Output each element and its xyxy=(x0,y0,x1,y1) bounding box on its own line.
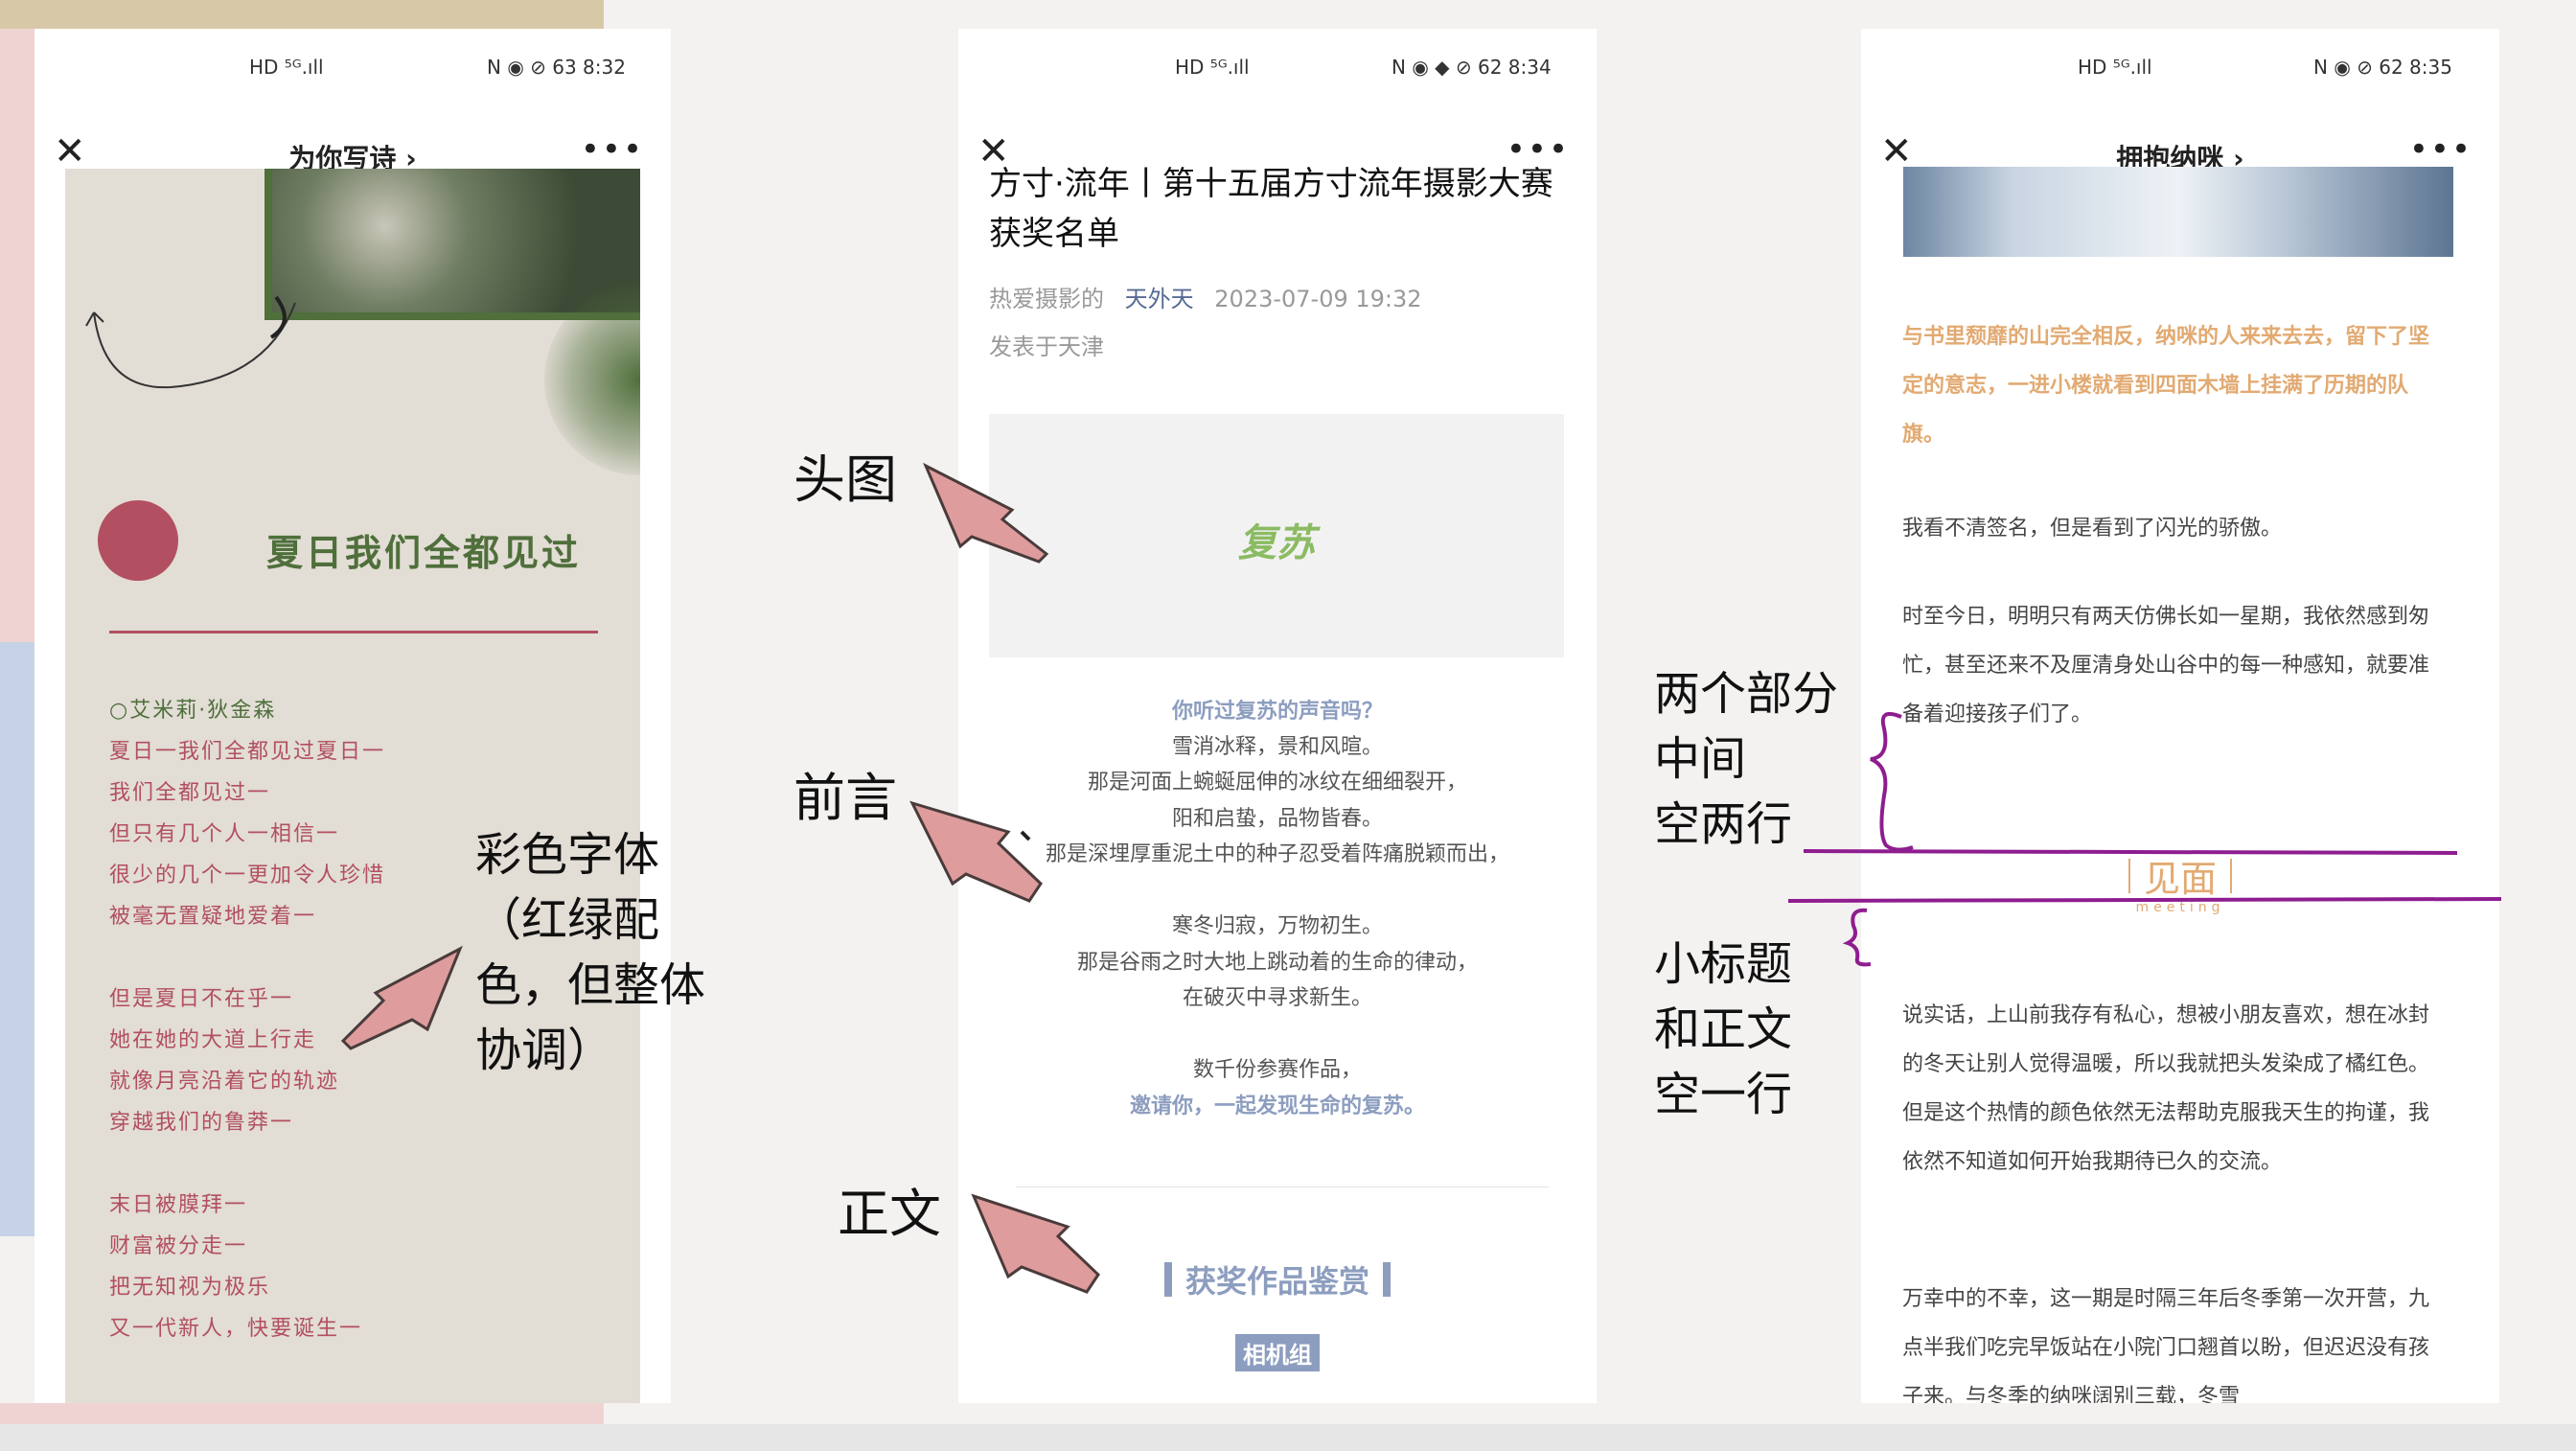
arrow-to-preface xyxy=(909,800,1043,903)
arrow-to-color-font xyxy=(340,945,463,1050)
arrow-to-head-image xyxy=(922,462,1049,564)
arrow-to-body-text xyxy=(971,1193,1100,1294)
tick-mark xyxy=(1020,830,1031,841)
purple-marker-lines xyxy=(1787,712,2502,967)
annotation-overlay xyxy=(340,462,2502,1294)
